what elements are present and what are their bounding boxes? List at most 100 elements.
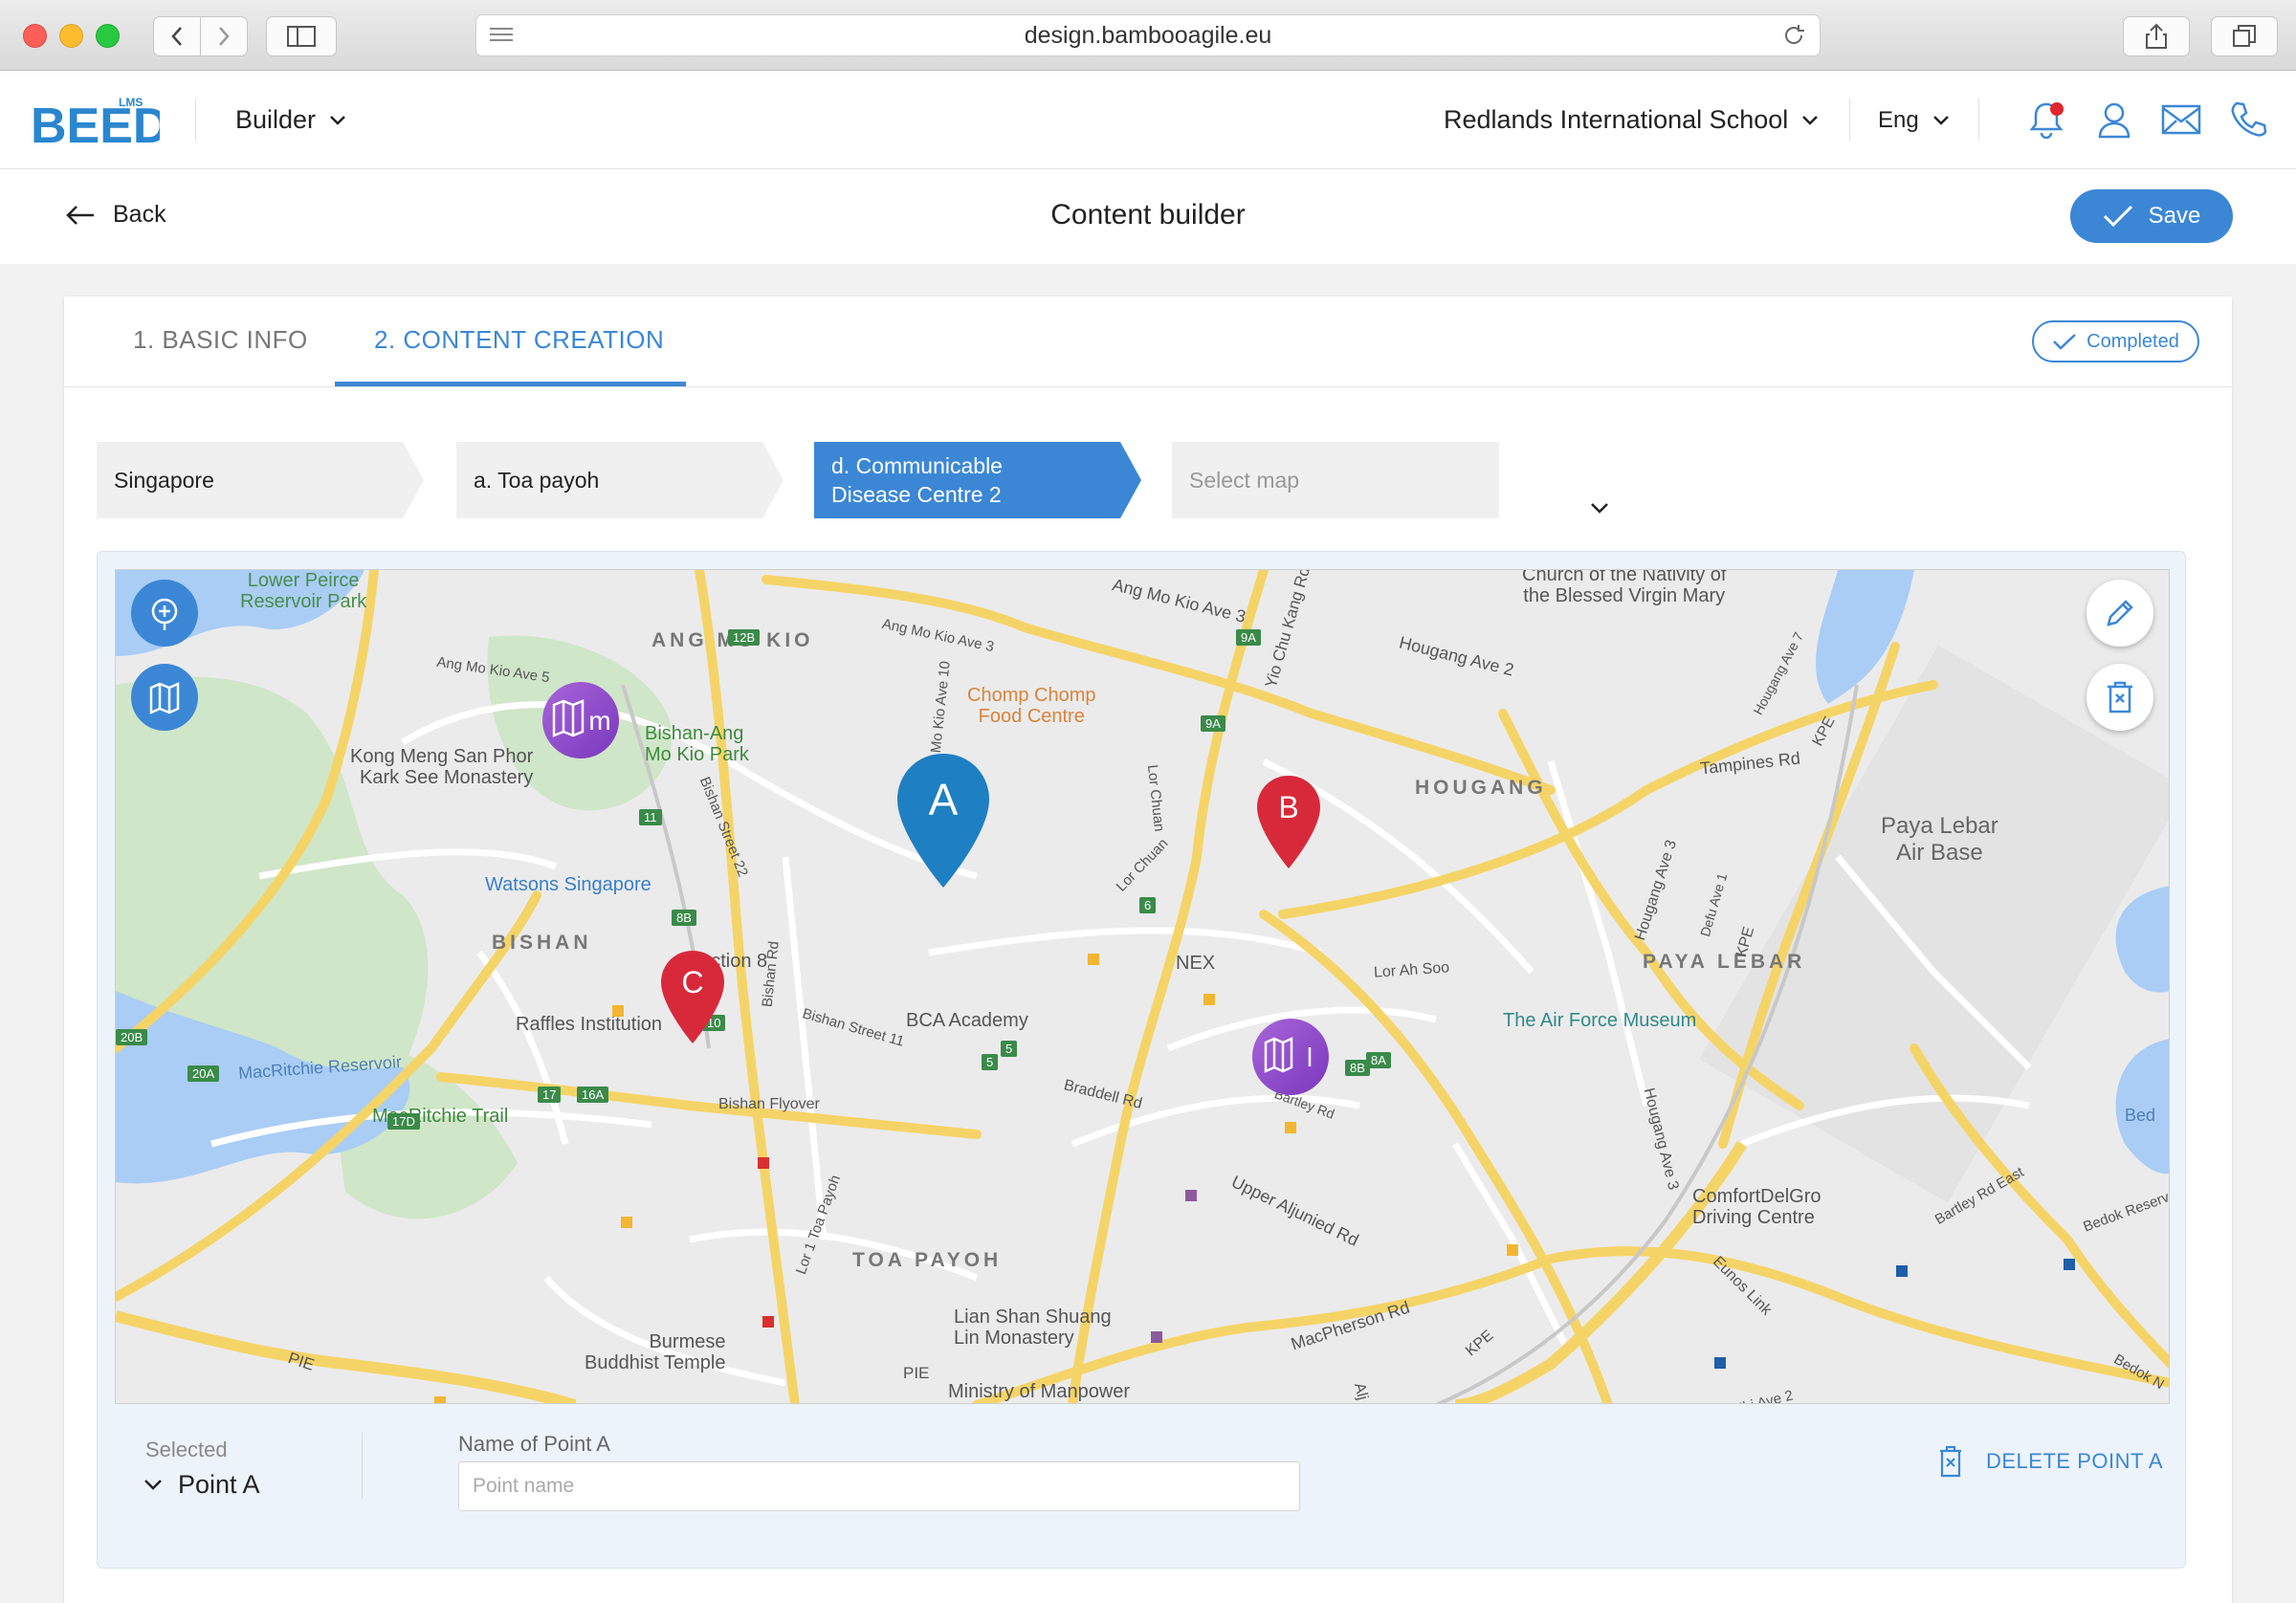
trash-icon [1940,1445,1961,1478]
close-window-dot[interactable] [23,24,47,48]
road-badge: 9A [1201,715,1225,732]
map-label: PAYA LEBAR [1643,951,1806,973]
mail-icon [2161,104,2201,135]
url-text: design.bambooagile.eu [1024,21,1272,49]
school-select[interactable]: Redlands International School [1444,105,1819,135]
back-label: Back [113,201,166,228]
check-icon [2053,334,2076,350]
marker-l-letter: l [1307,1043,1313,1072]
chevron-down-icon [1591,503,1608,514]
sidebar-icon [287,26,316,47]
map-marker-purple[interactable]: l [1250,1017,1331,1097]
map-icon [149,682,180,714]
share-button[interactable] [2123,16,2190,56]
tabs-button[interactable] [2211,16,2278,56]
minimize-window-dot[interactable] [59,24,83,48]
map-label: NEX [1176,953,1216,974]
phone-button[interactable] [2227,99,2269,141]
map-canvas[interactable]: Lower Peirce Reservoir Park ANG MO KIO A… [115,569,2170,1404]
messages-button[interactable] [2160,99,2202,141]
add-map-button[interactable] [131,664,198,731]
marker-a[interactable]: A [894,750,993,893]
browser-forward-button[interactable] [200,16,248,56]
map-label: HOUGANG [1415,777,1547,799]
builder-menu[interactable]: Builder [235,105,346,135]
road-badge: 8B [1345,1060,1370,1076]
map-label: Watsons Singapore [485,874,651,895]
airbase-area [1699,645,2169,1203]
map-label: Church of the Nativity of the Blessed Vi… [1522,569,1727,606]
browser-chrome: design.bambooagile.eu [0,0,2296,71]
reader-icon[interactable] [488,26,515,45]
crumb-location-label: d. Communicable Disease Centre 2 [831,453,1003,507]
map-label: Kong Meng San Phor Kark See Monastery [350,746,534,788]
beed-logo[interactable]: BEED LMS [31,93,168,154]
back-arrow-icon [66,205,94,225]
language-select[interactable]: Eng [1878,107,1950,134]
language-label: Eng [1878,107,1919,133]
trash-icon [2108,681,2132,714]
url-bar[interactable]: design.bambooagile.eu [475,14,1821,56]
save-label: Save [2148,203,2201,229]
chevron-down-icon [144,1479,162,1490]
map-label: Chomp Chomp Food Centre [967,685,1096,727]
tab-bar: 1. BASIC INFO 2. CONTENT CREATION Comple… [64,296,2232,387]
chevron-down-icon [330,115,345,125]
crumb-map-select[interactable]: Select map [1172,442,1608,518]
point-name-input[interactable] [458,1461,1300,1511]
map-label: Ministry of Manpower [948,1381,1131,1402]
notifications-button[interactable] [2025,99,2067,141]
map-label: BISHAN [492,932,592,954]
road-badge: 9A [1236,629,1261,646]
marker-a-letter: A [929,775,959,824]
divider [362,1432,363,1499]
map-label: BCA Academy [906,1010,1028,1031]
map-background [116,570,2169,1403]
save-button[interactable]: Save [2070,189,2233,243]
crumb-location-select[interactable]: d. Communicable Disease Centre 2 [814,442,1318,518]
pencil-icon [2107,600,2133,626]
marker-m-letter: m [588,706,610,736]
chevron-down-icon [1932,116,1949,125]
selected-point-select[interactable]: Point A [144,1470,260,1500]
sidebar-toggle-button[interactable] [266,16,337,56]
maximize-window-dot[interactable] [96,24,120,48]
tab-basic-info[interactable]: 1. BASIC INFO [133,325,308,355]
tab-content-creation[interactable]: 2. CONTENT CREATION [374,325,664,355]
map-label: Lower Peirce Reservoir Park [240,570,367,612]
map-marker-purple[interactable]: m [541,680,621,760]
status-badge: Completed [2032,320,2199,362]
crumb-country-label: Singapore [114,467,214,493]
builder-menu-label: Builder [235,105,317,134]
road-badge: 12B [728,629,761,646]
divider [195,99,196,141]
selected-label: Selected [145,1438,228,1461]
phone-icon [2231,101,2267,137]
map-label: Raffles Institution [516,1014,663,1035]
marker-c-letter: C [681,965,703,999]
back-button[interactable]: Back [65,201,166,229]
chevron-down-icon [1802,115,1819,125]
edit-map-button[interactable] [2086,580,2153,647]
add-point-button[interactable] [131,580,198,647]
road-badge: 20A [188,1065,220,1082]
marker-b-letter: B [1278,790,1298,824]
reload-icon[interactable] [1781,23,1806,48]
divider [1978,99,1979,141]
expressway-pie [116,1310,577,1403]
content-card: 1. BASIC INFO 2. CONTENT CREATION Comple… [64,296,2232,1603]
marker-b[interactable]: B [1254,773,1323,872]
browser-back-button[interactable] [153,16,201,56]
road-badge: 17D [387,1113,420,1130]
profile-button[interactable] [2093,99,2135,141]
marker-c[interactable]: C [658,948,727,1047]
selected-point-value: Point A [178,1470,260,1499]
crumb-country[interactable]: Singapore [97,442,424,518]
map-label: Bishan-Ang Mo Kio Park [645,723,749,765]
delete-map-button[interactable] [2086,664,2153,731]
crumb-area-select[interactable]: a. Toa payoh [456,442,897,518]
water [1816,570,1914,704]
road-badge: 6 [1139,897,1157,913]
status-badge-label: Completed [2086,330,2179,352]
delete-point-button[interactable]: DELETE POINT A [1938,1445,2163,1478]
